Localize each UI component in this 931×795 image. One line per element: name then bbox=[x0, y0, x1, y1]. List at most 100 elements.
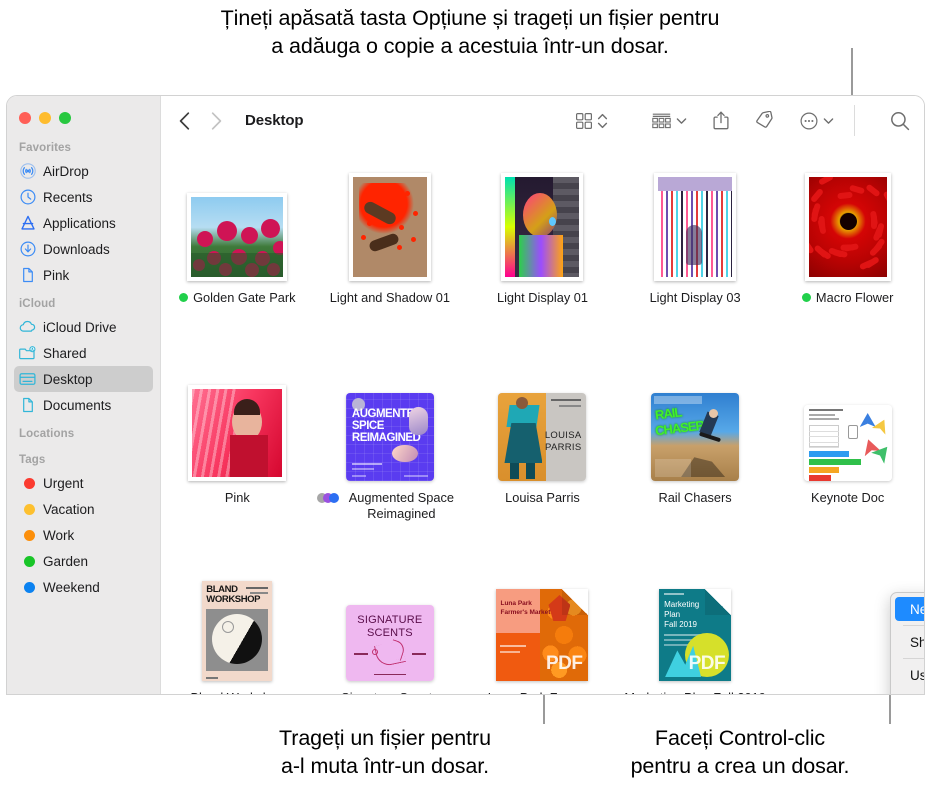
file-item[interactable]: Light and Shadow 01 bbox=[316, 163, 464, 363]
file-thumbnail[interactable]: LOUISA PARRIS bbox=[498, 363, 587, 481]
sidebar-item-weekend[interactable]: Weekend bbox=[14, 574, 153, 600]
sidebar-item-label: Pink bbox=[43, 267, 70, 283]
sidebar-item-shared[interactable]: Shared bbox=[14, 340, 153, 366]
sidebar-item-label: Desktop bbox=[43, 371, 93, 387]
menu-item-label: Use Groups bbox=[910, 667, 924, 683]
sidebar-item-urgent[interactable]: Urgent bbox=[14, 470, 153, 496]
document-icon bbox=[19, 267, 36, 284]
sidebar-item-downloads[interactable]: Downloads bbox=[14, 236, 153, 262]
close-button[interactable] bbox=[19, 112, 31, 124]
sidebar-item-desktop[interactable]: Desktop bbox=[14, 366, 153, 392]
search-icon[interactable] bbox=[890, 111, 910, 131]
sidebar-section-favorites: Favorites bbox=[19, 142, 72, 154]
file-thumbnail[interactable] bbox=[187, 163, 288, 281]
file-thumbnail[interactable]: Luna Park Farmer's Market PDF bbox=[496, 563, 589, 681]
file-thumbnail[interactable]: AUGMENTED SPICE REIMAGINED bbox=[345, 363, 434, 481]
file-label-row: Augmented Space Reimagined bbox=[316, 490, 463, 522]
tag-dot-icon bbox=[19, 579, 36, 596]
file-label-row: Luna Park Farmers Market bbox=[469, 690, 615, 694]
file-thumbnail[interactable]: BLAND WORKSHOP bbox=[202, 563, 273, 681]
sidebar-item-documents[interactable]: Documents bbox=[14, 392, 153, 418]
file-thumbnail[interactable] bbox=[348, 163, 431, 281]
menu-item-new-folder[interactable]: New Folder bbox=[895, 597, 924, 621]
share-icon[interactable] bbox=[713, 111, 729, 130]
applications-icon bbox=[19, 215, 36, 232]
sidebar-item-applications[interactable]: Applications bbox=[14, 210, 153, 236]
file-item[interactable]: SIGNATURE SCENTS Signature Scents bbox=[316, 563, 464, 694]
sidebar-item-label: Garden bbox=[43, 553, 89, 569]
sidebar-item-vacation[interactable]: Vacation bbox=[14, 496, 153, 522]
chevron-down-icon-group[interactable] bbox=[676, 117, 687, 125]
file-label-row: Golden Gate Park bbox=[179, 290, 296, 306]
chevron-down-icon-more[interactable] bbox=[823, 117, 834, 125]
more-actions-icon[interactable] bbox=[800, 111, 818, 130]
main-panel: Desktop Golden Gate Park Light and Shado… bbox=[161, 96, 924, 694]
menu-item-show-inspector[interactable]: Show Inspector bbox=[895, 630, 925, 654]
sidebar-item-icloud-drive[interactable]: iCloud Drive bbox=[14, 314, 153, 340]
file-item[interactable]: Keynote Doc bbox=[774, 363, 922, 563]
pdf-badge: PDF bbox=[545, 653, 583, 674]
file-item[interactable]: Light Display 03 bbox=[621, 163, 769, 363]
sidebar-item-recents[interactable]: Recents bbox=[14, 184, 153, 210]
tag-dot-icon bbox=[801, 293, 811, 302]
sidebar-section-tags: Tags bbox=[19, 454, 46, 466]
file-name-label: Marketing Plan Fall 2019 bbox=[624, 690, 766, 694]
file-name-label: Luna Park Farmers Market bbox=[469, 690, 615, 694]
menu-item-use-groups[interactable]: Use Groups bbox=[895, 663, 924, 687]
minimize-button[interactable] bbox=[39, 112, 51, 124]
tag-icon[interactable] bbox=[755, 111, 774, 130]
grid-view-icon[interactable] bbox=[576, 112, 592, 129]
file-item[interactable]: AUGMENTED SPICE REIMAGINED Augmented Spa… bbox=[316, 363, 464, 563]
file-item[interactable]: Pink bbox=[163, 363, 311, 563]
file-thumbnail[interactable] bbox=[501, 163, 584, 281]
shared-folder-icon bbox=[19, 345, 36, 362]
sidebar-item-garden[interactable]: Garden bbox=[14, 548, 153, 574]
file-thumbnail[interactable] bbox=[803, 363, 892, 481]
file-item[interactable]: RAIL CHASERS Rail Chasers bbox=[621, 363, 769, 563]
file-name-label: Light and Shadow 01 bbox=[329, 290, 451, 305]
callout-control-click: Faceți Control-clic pentru a crea un dos… bbox=[630, 726, 850, 779]
file-thumbnail[interactable]: SIGNATURE SCENTS bbox=[345, 563, 434, 681]
file-item[interactable]: Light Display 01 bbox=[468, 163, 616, 363]
cloud-icon bbox=[19, 319, 36, 336]
sidebar-item-work[interactable]: Work bbox=[14, 522, 153, 548]
file-name-label: Light Display 03 bbox=[649, 290, 741, 305]
file-item[interactable]: Luna Park Farmer's Market PDF Luna Park F… bbox=[468, 563, 616, 694]
file-thumbnail[interactable] bbox=[654, 163, 737, 281]
file-name-label: Rail Chasers bbox=[658, 490, 732, 505]
file-item[interactable]: BLAND WORKSHOP Bland Workshop bbox=[163, 563, 311, 694]
file-item[interactable]: Golden Gate Park bbox=[163, 163, 311, 363]
sidebar-item-airdrop[interactable]: AirDrop bbox=[14, 158, 153, 184]
file-label-row: Macro Flower bbox=[801, 290, 893, 306]
file-thumbnail[interactable]: Marketing Plan Fall 2019 PDF bbox=[659, 563, 732, 681]
file-thumbnail[interactable]: RAIL CHASERS bbox=[651, 363, 740, 481]
sidebar-item-label: Urgent bbox=[43, 475, 84, 491]
menu-item-label: Show Inspector bbox=[910, 634, 925, 650]
file-grid: Golden Gate Park Light and Shadow 01 Lig… bbox=[161, 145, 924, 694]
file-thumbnail[interactable] bbox=[804, 163, 891, 281]
file-thumbnail[interactable] bbox=[188, 363, 287, 481]
file-name-label: Louisa Parris bbox=[505, 490, 580, 505]
file-label-row: Marketing Plan Fall 2019 bbox=[624, 690, 766, 694]
menu-item-sort-by[interactable]: Sort By› bbox=[895, 687, 924, 695]
menu-separator bbox=[903, 658, 924, 659]
tag-dot-icon bbox=[328, 493, 339, 503]
file-label-row: Bland Workshop bbox=[190, 690, 284, 694]
file-item[interactable]: Marketing Plan Fall 2019 PDF Marketing Pl… bbox=[621, 563, 769, 694]
download-icon bbox=[19, 241, 36, 258]
sidebar-item-label: Work bbox=[43, 527, 75, 543]
file-label-row: Louisa Parris bbox=[505, 490, 580, 506]
sidebar-item-label: Downloads bbox=[43, 241, 110, 257]
sidebar-item-pink[interactable]: Pink bbox=[14, 262, 153, 288]
tag-dot-icon bbox=[19, 553, 36, 570]
sidebar-item-label: AirDrop bbox=[43, 163, 89, 179]
forward-button[interactable] bbox=[211, 111, 222, 130]
back-button[interactable] bbox=[179, 111, 190, 130]
file-name-label: Keynote Doc bbox=[811, 490, 885, 505]
file-item[interactable]: LOUISA PARRIS Louisa Parris bbox=[468, 363, 616, 563]
maximize-button[interactable] bbox=[59, 112, 71, 124]
group-by-icon[interactable] bbox=[652, 113, 671, 129]
file-label-row: Rail Chasers bbox=[658, 490, 731, 506]
file-item[interactable]: Macro Flower bbox=[774, 163, 922, 363]
view-chevrons-icon[interactable] bbox=[597, 112, 608, 130]
